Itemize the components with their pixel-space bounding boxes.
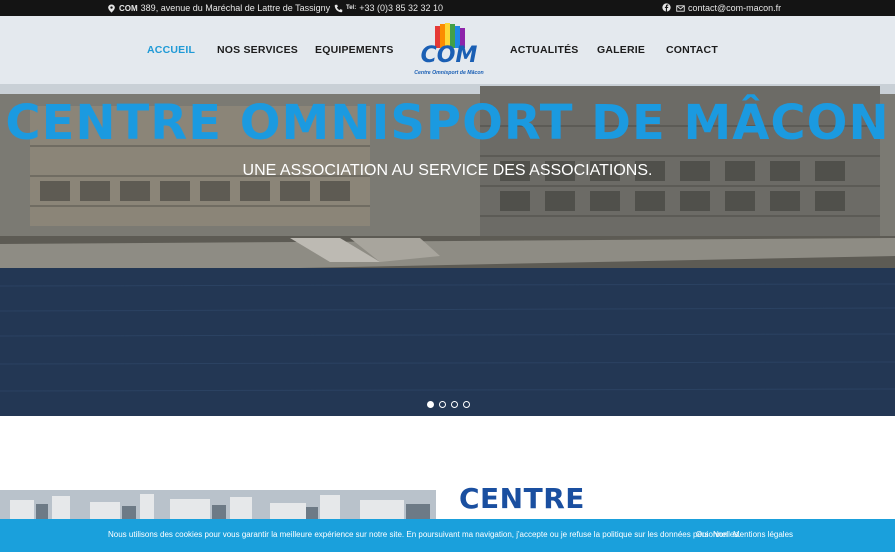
address-info: COM 389, avenue du Maréchal de Lattre de… — [107, 3, 330, 13]
cookie-refuse-button[interactable]: Non — [713, 530, 728, 539]
cookie-text: Nous utilisons des cookies pour vous gar… — [108, 530, 741, 539]
slider-dot-4[interactable] — [463, 401, 470, 408]
facebook-icon[interactable] — [662, 3, 671, 12]
nav-galerie[interactable]: GALERIE — [597, 44, 645, 56]
hero-title: CENTRE OMNISPORT DE MÂCON — [5, 95, 890, 151]
tel-number[interactable]: +33 (0)3 85 32 32 10 — [359, 3, 443, 13]
main-navigation: ACCUEIL NOS SERVICES EQUIPEMENTS COM Cen… — [0, 16, 895, 84]
site-logo[interactable]: COM Centre Omnisport de Mâcon — [413, 22, 485, 78]
nav-actualites[interactable]: ACTUALITÉS — [510, 44, 579, 56]
cookie-banner: Nous utilisons des cookies pour vous gar… — [0, 519, 895, 552]
hero-subtitle: UNE ASSOCIATION AU SERVICE DES ASSOCIATI… — [242, 162, 653, 179]
envelope-icon — [676, 4, 685, 12]
address-brand: COM — [119, 3, 138, 13]
com-logo-icon: COM Centre Omnisport de Mâcon — [414, 23, 484, 76]
map-pin-icon — [108, 3, 115, 13]
slider-pagination — [427, 401, 470, 408]
email-info[interactable]: contact@com-macon.fr — [676, 3, 781, 13]
slider-dot-2[interactable] — [439, 401, 446, 408]
top-info-bar: COM 389, avenue du Maréchal de Lattre de… — [0, 0, 895, 16]
nav-accueil[interactable]: ACCUEIL — [147, 44, 195, 56]
facebook-link[interactable] — [662, 3, 671, 12]
email-address[interactable]: contact@com-macon.fr — [688, 3, 781, 13]
section-title: CENTRE — [459, 482, 585, 515]
nav-contact[interactable]: CONTACT — [666, 44, 718, 56]
slider-dot-1[interactable] — [427, 401, 434, 408]
legal-notice-link[interactable]: Mentions légales — [733, 530, 793, 539]
tel-label: Tel: — [346, 5, 357, 11]
phone-icon — [334, 4, 343, 12]
slider-dot-3[interactable] — [451, 401, 458, 408]
address-text: 389, avenue du Maréchal de Lattre de Tas… — [140, 3, 331, 13]
nav-equipements[interactable]: EQUIPEMENTS — [315, 44, 394, 56]
logo-subtitle: Centre Omnisport de Mâcon — [414, 70, 483, 76]
cookie-accept-button[interactable]: Oui — [696, 530, 708, 539]
nav-nos-services[interactable]: NOS SERVICES — [217, 44, 298, 56]
phone-info[interactable]: Tel: +33 (0)3 85 32 32 10 — [334, 3, 443, 13]
logo-text: COM — [421, 43, 478, 68]
city-photo — [0, 490, 436, 520]
